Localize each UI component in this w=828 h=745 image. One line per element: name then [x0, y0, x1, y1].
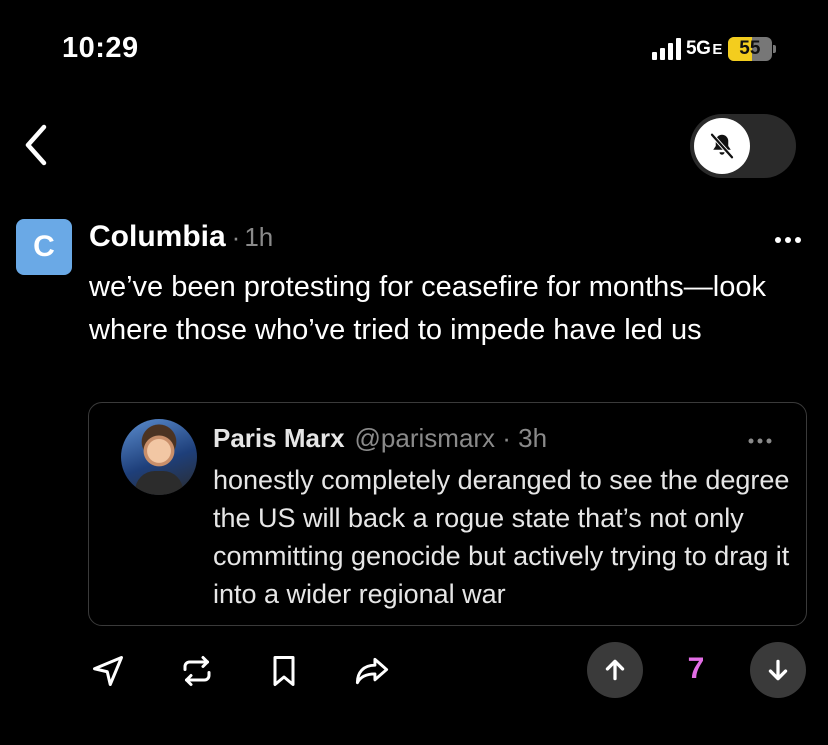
ellipsis-icon	[775, 237, 801, 243]
bookmark-icon	[273, 656, 295, 686]
quoted-more-button[interactable]	[745, 431, 775, 451]
quoted-post-header: Paris Marx @parismarx · 3h	[213, 423, 547, 454]
back-button[interactable]	[22, 123, 52, 167]
vote-score: 7	[687, 652, 705, 685]
battery-icon: 55	[727, 37, 776, 61]
share-arrow-icon	[355, 657, 389, 685]
post-time: 1h	[244, 222, 274, 252]
author-name[interactable]: Columbia	[89, 220, 226, 254]
signal-strength-icon	[652, 38, 681, 60]
arrow-down-icon	[768, 659, 788, 681]
status-indicators: 5G E 55	[652, 37, 776, 61]
reply-button[interactable]	[88, 651, 128, 691]
bell-slash-icon	[710, 133, 734, 159]
mute-notifications-toggle[interactable]	[690, 114, 796, 178]
quoted-post-card[interactable]: Paris Marx @parismarx · 3h honestly comp…	[88, 402, 807, 626]
send-icon	[93, 656, 123, 686]
repost-button[interactable]	[177, 651, 217, 691]
downvote-button[interactable]	[750, 642, 806, 698]
share-button[interactable]	[352, 651, 392, 691]
chevron-left-icon	[25, 124, 47, 166]
quoted-author-name[interactable]: Paris Marx	[213, 423, 345, 454]
ellipsis-icon	[748, 438, 772, 444]
status-time: 10:29	[62, 32, 139, 64]
upvote-button[interactable]	[587, 642, 643, 698]
author-avatar[interactable]: C	[16, 219, 72, 275]
post-text: we’ve been protesting for ceasefire for …	[89, 271, 767, 346]
quoted-author-avatar[interactable]	[121, 419, 197, 495]
post-header: Columbia · 1h	[89, 220, 273, 254]
quoted-post-text: honestly completely deranged to see the …	[213, 465, 790, 609]
network-label: 5G E	[686, 38, 722, 59]
bookmark-button[interactable]	[264, 651, 304, 691]
battery-level: 55	[739, 38, 761, 59]
arrow-up-icon	[605, 659, 625, 681]
repost-icon	[183, 656, 211, 686]
separator-dot: ·	[231, 222, 241, 252]
post-more-button[interactable]	[772, 226, 804, 254]
quoted-author-handle: @parismarx · 3h	[354, 423, 548, 453]
